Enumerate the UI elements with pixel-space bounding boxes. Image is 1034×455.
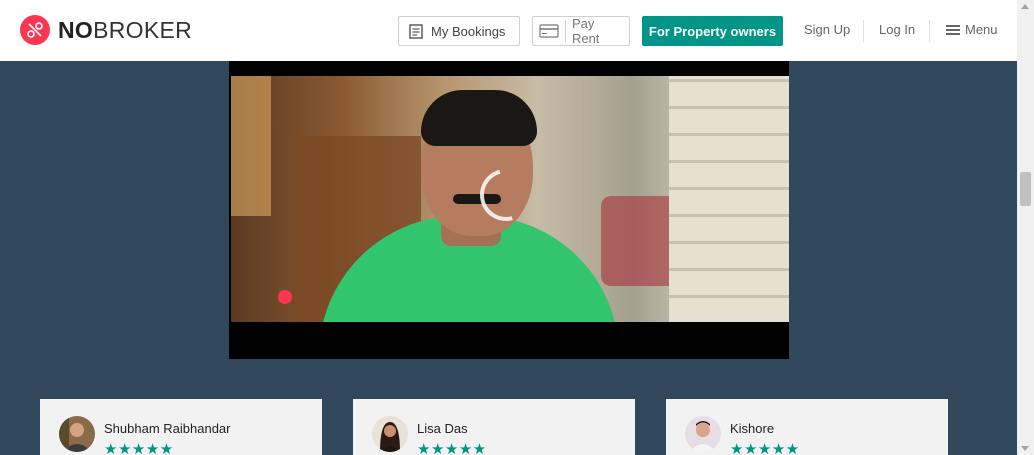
video-frame (231, 76, 789, 322)
video-person-hair (421, 90, 537, 146)
video-watermark-logo-icon (278, 290, 292, 304)
avatar (372, 416, 408, 452)
for-property-owners-button[interactable]: For Property owners (642, 16, 783, 46)
log-in-link[interactable]: Log In (879, 22, 915, 37)
sign-up-link[interactable]: Sign Up (804, 22, 850, 37)
scroll-thumb[interactable] (1020, 172, 1031, 206)
review-card: Kishore ★★★★★ (666, 399, 948, 455)
logo[interactable]: NOBROKER (20, 15, 192, 45)
my-bookings-button[interactable]: My Bookings (398, 16, 520, 46)
menu-label: Menu (965, 22, 998, 37)
nav-divider (929, 20, 930, 42)
reviewer-name: Kishore (730, 421, 775, 436)
avatar (59, 416, 95, 452)
star-rating: ★★★★★ (730, 441, 800, 455)
review-card: Lisa Das ★★★★★ (353, 399, 635, 455)
pay-rent-label: Pay Rent (571, 16, 600, 46)
site-header: NOBROKER My Bookings Pay Rent For Proper… (0, 0, 1017, 61)
page-scrollbar[interactable] (1017, 0, 1034, 455)
scroll-down-icon[interactable] (1021, 446, 1029, 451)
my-bookings-label: My Bookings (431, 23, 506, 39)
scroll-up-icon[interactable] (1021, 4, 1029, 9)
video-bg-stone-wall (669, 76, 789, 322)
video-player[interactable] (229, 61, 789, 359)
pay-rent-button[interactable]: Pay Rent (532, 16, 630, 46)
star-rating: ★★★★★ (104, 441, 174, 455)
star-rating: ★★★★★ (417, 441, 487, 455)
logo-text: NOBROKER (58, 16, 193, 43)
card-icon (539, 24, 559, 38)
menu-button[interactable]: Menu (946, 22, 998, 37)
avatar (685, 416, 721, 452)
reviewer-name: Lisa Das (417, 421, 468, 436)
nav-divider (863, 20, 864, 42)
nobroker-logo-icon (20, 15, 50, 45)
hamburger-icon (946, 23, 960, 37)
pay-rent-divider (565, 20, 566, 42)
reviewer-name: Shubham Raibhandar (104, 421, 231, 436)
review-card: Shubham Raibhandar ★★★★★ (40, 399, 322, 455)
video-bg-lamp (231, 76, 271, 216)
bookings-icon (409, 23, 423, 39)
